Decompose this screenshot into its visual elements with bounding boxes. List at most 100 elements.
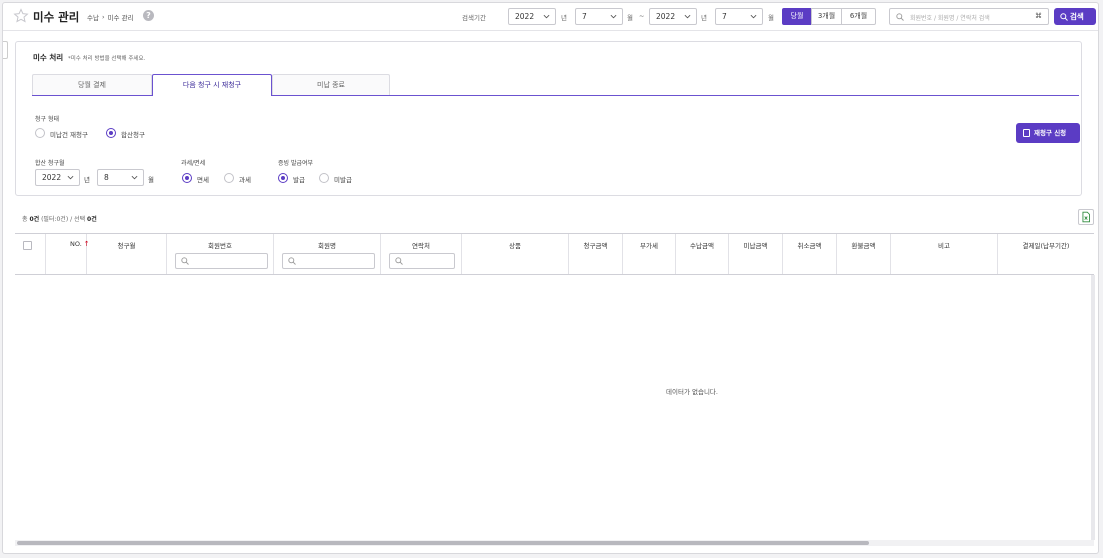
document-icon [1023,129,1030,137]
column-header[interactable]: 상품 [462,234,569,274]
chevron-down-icon [67,175,74,180]
app-window: 미수 관리 수납 › 미수 관리 ? 검색기간 2022 년 7 월 ~ 202… [2,2,1099,554]
tab-pay-this-month[interactable]: 당월 결제 [32,74,152,95]
contact-filter-input[interactable] [389,253,455,269]
search-button[interactable]: 검색 [1054,8,1096,25]
billing-type-unpaid-label: 미납건 재청구 [50,131,88,139]
receipt-label: 증빙 발급여부 [278,160,314,167]
column-header[interactable]: 취소금액 [783,234,837,274]
tab-close-unpaid[interactable]: 미납 종료 [272,74,390,95]
column-label: 미납금액 [743,242,768,250]
excel-download-button[interactable] [1078,209,1094,225]
receipt-no-issue-radio[interactable] [319,173,329,183]
end-year-unit: 년 [701,14,707,22]
end-year-select[interactable]: 2022 [649,8,697,25]
help-icon[interactable]: ? [143,10,154,21]
select-all-cell [15,234,46,274]
column-label: 취소금액 [797,242,822,250]
column-label: NO. [70,240,82,248]
column-label: 연락처 [412,242,430,250]
combined-year-value: 2022 [42,173,62,182]
horizontal-scrollbar[interactable] [15,540,1094,546]
start-year-select[interactable]: 2022 [508,8,556,25]
combined-year-select[interactable]: 2022 [35,169,80,186]
receipt-issue-label: 발급 [293,176,305,184]
combined-month-value: 8 [104,173,109,182]
end-month-value: 7 [722,12,727,21]
tax-taxable-label: 과세 [239,176,251,184]
select-all-checkbox[interactable] [23,241,32,250]
selected-count: 0건 [87,216,97,223]
column-label: 결제일(납부기간) [1022,242,1070,250]
column-header[interactable]: 회원번호 [167,234,274,274]
end-year-value: 2022 [656,12,676,21]
search-icon [395,257,403,265]
tax-taxable-radio[interactable] [224,173,234,183]
tab-rebill-next[interactable]: 다음 청구 시 재청구 [152,74,272,96]
summary-separator: / [70,216,73,223]
combined-month-select[interactable]: 8 [97,169,144,186]
search-icon [181,257,189,265]
vertical-scrollbar[interactable] [1091,275,1095,540]
billing-type-combined-label: 합산청구 [121,131,145,139]
total-count: 0건 [29,216,40,223]
combined-year-unit: 년 [84,176,90,184]
tax-label: 과세/면세 [181,160,206,167]
quick-range-6-months-button[interactable]: 6개월 [841,8,876,25]
quick-range-3-months-button[interactable]: 3개월 [811,8,842,25]
column-header[interactable]: 수납금액 [676,234,729,274]
column-header[interactable]: NO. ↑ [46,234,90,274]
member-number-filter-input[interactable] [175,253,268,269]
end-month-select[interactable]: 7 [715,8,763,25]
column-label: 청구월 [117,242,136,250]
process-panel: 미수 처리 *미수 처리 방법을 선택해 주세요. 당월 결제 다음 청구 시 … [15,41,1082,196]
tax-exempt-radio[interactable] [182,173,192,183]
column-label: 상품 [509,242,521,250]
billing-type-label: 청구 형태 [35,116,59,123]
rebill-request-label: 재청구 신청 [1034,129,1067,137]
end-month-unit: 월 [768,14,774,22]
billing-type-combined-radio[interactable] [106,128,116,138]
page-header: 미수 관리 수납 › 미수 관리 ? 검색기간 2022 년 7 월 ~ 202… [3,3,1098,31]
billing-type-unpaid-radio[interactable] [35,128,45,138]
receipt-no-issue-label: 미발급 [334,176,352,184]
table-body [15,275,1094,543]
breadcrumb-item: 미수 관리 [107,14,134,22]
column-header[interactable]: 연락처 [381,234,462,274]
sidebar-toggle-handle[interactable] [3,41,8,59]
chevron-down-icon [131,175,138,180]
rebill-request-button[interactable]: 재청구 신청 [1016,123,1080,143]
combined-month-unit: 월 [148,176,154,184]
column-header[interactable]: 청구월 [87,234,167,274]
column-header[interactable]: 청구금액 [569,234,623,274]
column-header[interactable]: 회원명 [274,234,381,274]
column-label: 환불금액 [851,242,876,250]
start-month-value: 7 [582,12,587,21]
start-year-value: 2022 [515,12,535,21]
total-prefix: 총 [22,216,28,223]
excel-icon [1082,211,1090,223]
search-icon [288,257,296,265]
column-header[interactable]: 결제일(납부기간) [998,234,1094,274]
column-header[interactable]: 부가세 [623,234,676,274]
keyboard-shortcut-icon: ⌘ [1035,12,1042,20]
column-header[interactable]: 환불금액 [837,234,891,274]
tax-exempt-label: 면세 [197,176,209,184]
member-name-filter-input[interactable] [282,253,375,269]
receipt-issue-radio[interactable] [278,173,288,183]
breadcrumb-item[interactable]: 수납 [87,12,99,22]
column-header[interactable]: 미납금액 [729,234,783,274]
favorite-star-icon[interactable] [13,8,29,24]
quick-range-this-month-button[interactable]: 당월 [782,8,812,25]
chevron-down-icon [684,14,691,19]
chevron-down-icon [750,14,757,19]
search-placeholder: 회원번호 / 회원명 / 연락처 검색 [910,15,990,22]
empty-state-message: 데이터가 없습니다. [666,388,718,396]
start-month-select[interactable]: 7 [575,8,623,25]
column-label: 비고 [938,242,950,250]
column-header[interactable]: 비고 [891,234,998,274]
selected-prefix: 선택 [74,216,86,223]
search-input[interactable]: 회원번호 / 회원명 / 연락처 검색 ⌘ [889,8,1049,25]
horizontal-scrollbar-thumb[interactable] [17,541,869,545]
page-title: 미수 관리 [33,10,80,24]
